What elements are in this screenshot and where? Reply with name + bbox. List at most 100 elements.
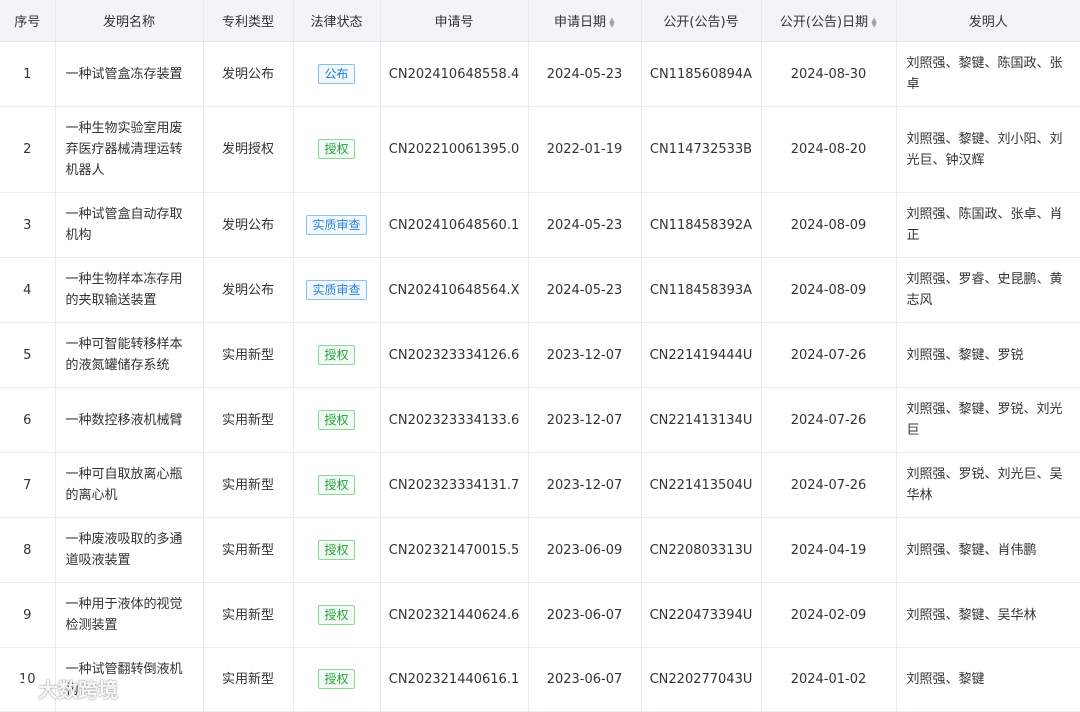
- row-publication-date-text: 2024-08-30: [790, 66, 867, 82]
- row-name-text: 一种生物样本冻存用的夹取输送装置: [65, 272, 183, 308]
- row-publication-date: 2024-07-26: [761, 452, 897, 518]
- row-legal-status: 公布: [293, 41, 381, 107]
- row-application-no: CN202321440616.1: [380, 647, 529, 712]
- row-publication-no: CN114732533B: [641, 106, 762, 193]
- row-index-text: 2: [23, 142, 32, 157]
- sort-icon[interactable]: ▲ ▼: [609, 16, 615, 28]
- table-row[interactable]: 6 一种数控移液机械臂 实用新型 授权 CN202323334133.6 2023-12-…: [0, 387, 1080, 453]
- row-inventors: 刘照强、黎键: [896, 647, 1080, 712]
- table-row[interactable]: 3 一种试管盒自动存取机构 发明公布 实质审查 CN202410648560.1 2024…: [0, 192, 1080, 258]
- row-patent-type-text: 发明公布: [221, 66, 274, 82]
- status-badge: 授权: [318, 669, 355, 689]
- row-patent-type-text: 发明公布: [221, 282, 274, 298]
- row-inventors-text: 刘照强、罗锐、刘光巨、吴华林: [906, 467, 1063, 503]
- table-row[interactable]: 5 一种可智能转移样本的液氮罐储存系统 实用新型 授权 CN202323334126.6…: [0, 322, 1080, 388]
- row-inventors-text: 刘照强、黎键、罗锐、刘光巨: [906, 402, 1063, 438]
- row-index: 3: [0, 192, 56, 258]
- col-header-name: 发明名称: [55, 0, 204, 42]
- row-publication-date: 2024-08-09: [761, 192, 897, 258]
- col-header-publication-date[interactable]: 公开(公告)日期 ▲ ▼: [761, 0, 897, 42]
- table-row[interactable]: 10 一种试管翻转倒液机构 实用新型 授权 CN202321440616.1 2023-0…: [0, 647, 1080, 712]
- row-name: 一种生物样本冻存用的夹取输送装置: [55, 257, 204, 323]
- table-row[interactable]: 1 一种试管盒冻存装置 发明公布 公布 CN202410648558.4 2024-05-…: [0, 41, 1080, 107]
- row-name: 一种废液吸取的多通道吸液装置: [55, 517, 204, 583]
- row-publication-date: 2024-08-09: [761, 257, 897, 323]
- row-legal-status: 授权: [293, 387, 381, 453]
- row-publication-date-text: 2024-07-26: [790, 412, 867, 428]
- table-row[interactable]: 4 一种生物样本冻存用的夹取输送装置 发明公布 实质审查 CN202410648564.…: [0, 257, 1080, 323]
- row-legal-status: 授权: [293, 517, 381, 583]
- row-index: 9: [0, 582, 56, 648]
- row-publication-date-text: 2024-08-20: [790, 142, 867, 157]
- row-application-no: CN202321470015.5: [380, 517, 529, 583]
- row-application-no-text: CN202410648560.1: [388, 217, 520, 233]
- row-patent-type-text: 发明授权: [221, 142, 274, 157]
- row-patent-type: 实用新型: [203, 582, 294, 648]
- row-index-text: 9: [23, 607, 32, 623]
- row-name-text: 一种数控移液机械臂: [65, 412, 183, 428]
- row-inventors: 刘照强、黎键、刘小阳、刘光巨、钟汉辉: [896, 106, 1080, 193]
- row-publication-no-text: CN221419444U: [649, 347, 753, 363]
- col-header-index: 序号: [0, 0, 56, 42]
- row-application-date-text: 2023-06-07: [546, 607, 623, 623]
- sort-icon[interactable]: ▲ ▼: [871, 16, 877, 28]
- row-application-no: CN202210061395.0: [380, 106, 529, 193]
- row-application-no: CN202323334133.6: [380, 387, 529, 453]
- row-index: 2: [0, 106, 56, 193]
- col-header-patent-type: 专利类型: [203, 0, 294, 42]
- col-header-publication-no: 公开(公告)号: [641, 0, 762, 42]
- row-inventors-text: 刘照强、黎键、罗锐: [906, 347, 1024, 363]
- row-patent-type-text: 实用新型: [221, 542, 274, 558]
- row-application-no: CN202323334126.6: [380, 322, 529, 388]
- row-index-text: 7: [23, 477, 32, 493]
- row-publication-date-text: 2024-07-26: [790, 347, 867, 363]
- row-inventors-text: 刘照强、罗睿、史昆鹏、黄志风: [906, 272, 1063, 308]
- row-legal-status: 实质审查: [293, 257, 381, 323]
- row-inventors-text: 刘照强、黎键、吴华林: [906, 607, 1037, 623]
- row-name-text: 一种废液吸取的多通道吸液装置: [65, 532, 183, 568]
- row-name-text: 一种试管盒自动存取机构: [65, 207, 183, 243]
- status-badge: 授权: [318, 344, 355, 365]
- table-row[interactable]: 8 一种废液吸取的多通道吸液装置 实用新型 授权 CN202321470015.5 202…: [0, 517, 1080, 583]
- row-publication-date: 2024-02-09: [761, 582, 897, 648]
- table-row[interactable]: 7 一种可自取放离心瓶的离心机 实用新型 授权 CN202323334131.7 2023…: [0, 452, 1080, 518]
- row-patent-type: 发明公布: [203, 41, 294, 107]
- status-badge: 公布: [318, 63, 355, 84]
- row-patent-type: 实用新型: [203, 647, 294, 712]
- row-patent-type: 实用新型: [203, 517, 294, 583]
- row-inventors: 刘照强、黎键、肖伟鹏: [896, 517, 1080, 583]
- row-legal-status: 授权: [293, 582, 381, 648]
- row-application-date-text: 2024-05-23: [546, 282, 623, 298]
- col-header-application-date[interactable]: 申请日期 ▲ ▼: [528, 0, 642, 42]
- row-publication-no: CN118560894A: [641, 41, 762, 107]
- row-index-text: 4: [23, 282, 32, 298]
- table-row[interactable]: 2 一种生物实验室用废弃医疗器械清理运转机器人 发明授权 授权 CN2022100613…: [0, 106, 1080, 193]
- row-application-no-text: CN202323334131.7: [388, 477, 520, 493]
- row-publication-no-text: CN220803313U: [649, 542, 753, 558]
- row-publication-no: CN220473394U: [641, 582, 762, 648]
- row-application-no: CN202323334131.7: [380, 452, 529, 518]
- status-badge: 实质审查: [306, 214, 367, 235]
- row-application-date: 2023-12-07: [528, 452, 642, 518]
- row-patent-type-text: 实用新型: [221, 412, 274, 428]
- row-inventors: 刘照强、罗锐、刘光巨、吴华林: [896, 452, 1080, 518]
- row-inventors: 刘照强、陈国政、张卓、肖正: [896, 192, 1080, 258]
- row-patent-type-text: 发明公布: [221, 217, 274, 233]
- table-row[interactable]: 9 一种用于液体的视觉检测装置 实用新型 授权 CN202321440624.6 2023…: [0, 582, 1080, 648]
- row-application-date-text: 2023-12-07: [546, 347, 623, 363]
- row-application-date: 2024-05-23: [528, 41, 642, 107]
- row-application-date-text: 2024-05-23: [546, 217, 623, 233]
- row-application-no-text: CN202210061395.0: [388, 142, 520, 157]
- wechat-logo-icon: [8, 678, 33, 698]
- row-application-no-text: CN202321440624.6: [388, 607, 520, 623]
- row-name-text: 一种可自取放离心瓶的离心机: [65, 467, 183, 503]
- row-application-no: CN202410648558.4: [380, 41, 529, 107]
- row-publication-date: 2024-08-20: [761, 106, 897, 193]
- patent-table: 序号 发明名称 专利类型 法律状态 申请号 申请日期 ▲ ▼ 公开(公告)号 公开(…: [0, 0, 1080, 712]
- row-publication-date: 2024-04-19: [761, 517, 897, 583]
- row-publication-no: CN118458392A: [641, 192, 762, 258]
- row-inventors: 刘照强、黎键、陈国政、张卓: [896, 41, 1080, 107]
- row-application-no-text: CN202410648564.X: [388, 282, 520, 298]
- row-inventors-text: 刘照强、黎键、陈国政、张卓: [906, 56, 1063, 92]
- row-publication-no-text: CN220277043U: [649, 672, 753, 687]
